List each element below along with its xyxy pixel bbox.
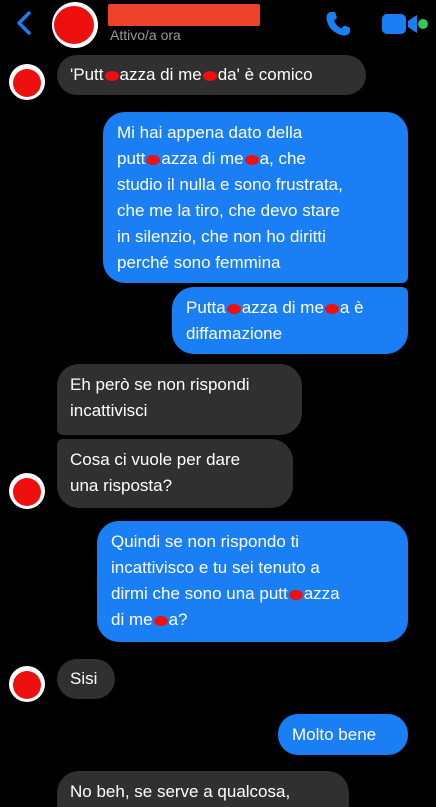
online-indicator <box>418 19 428 29</box>
chevron-left-icon[interactable] <box>10 8 38 38</box>
chat-header: T Attivo/a ora <box>0 0 436 50</box>
message-bubble[interactable]: Sisi <box>57 659 115 699</box>
redaction-mark <box>153 616 168 626</box>
video-camera-icon[interactable] <box>380 10 420 38</box>
sender-avatar[interactable] <box>9 473 45 509</box>
redaction-mark <box>324 304 339 314</box>
message-bubble[interactable]: No beh, se serve a qualcosa, <box>57 771 349 807</box>
message-bubble[interactable]: Eh però se non rispondi incattivisci <box>57 364 302 435</box>
message-bubble[interactable]: Putta azza di me a è diffamazione <box>172 287 408 354</box>
message-bubble[interactable]: Cosa ci vuole per dare una risposta? <box>57 439 293 508</box>
message-bubble[interactable]: Molto bene <box>278 714 408 755</box>
message-bubble[interactable]: 'Putt azza di me da' è comico <box>57 55 366 95</box>
redaction-mark <box>202 71 217 81</box>
redaction-mark <box>288 590 303 600</box>
redaction-mark <box>104 71 119 81</box>
name-redaction <box>108 4 260 26</box>
redaction-mark <box>244 155 259 165</box>
redaction-mark <box>226 304 241 314</box>
message-bubble[interactable]: Mi hai appena dato della putt azza di me a… <box>103 112 408 283</box>
message-bubble[interactable]: Quindi se non rispondo ti incattivisco e… <box>97 521 408 642</box>
contact-avatar[interactable] <box>52 2 98 48</box>
sender-avatar[interactable] <box>9 666 45 702</box>
active-status: Attivo/a ora <box>110 27 181 43</box>
sender-avatar[interactable] <box>9 64 45 100</box>
redaction-mark <box>146 155 161 165</box>
phone-icon[interactable] <box>322 8 354 40</box>
